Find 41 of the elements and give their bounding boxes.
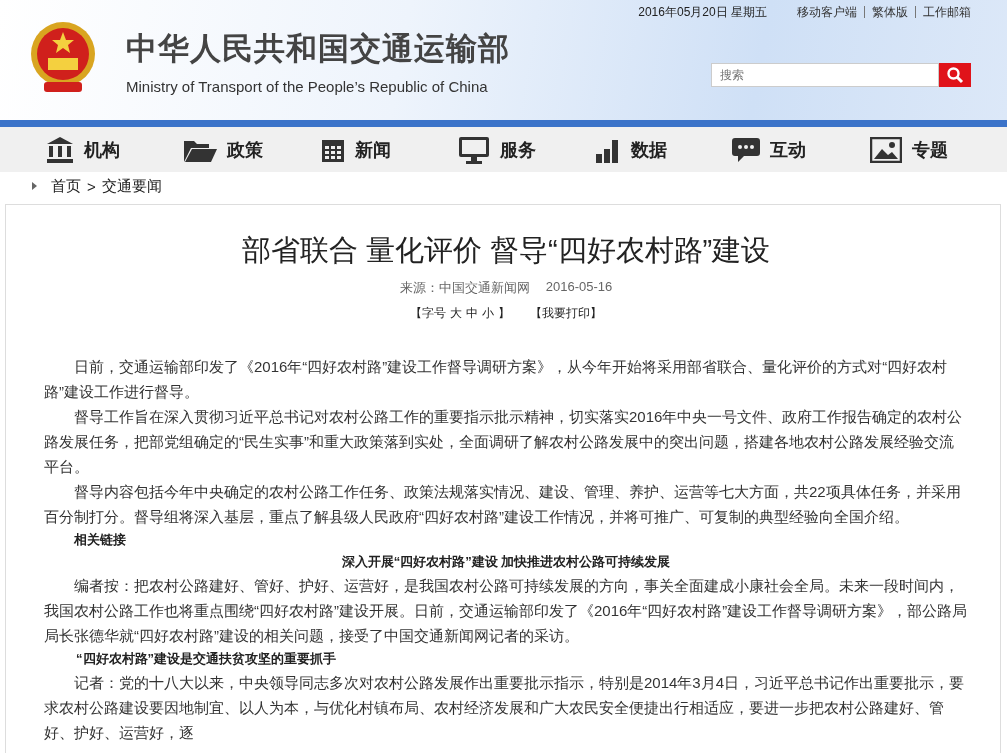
nav-item[interactable]: 新闻	[320, 136, 458, 163]
nav-item[interactable]: 服务	[457, 135, 596, 164]
nav-item[interactable]: 专题	[869, 136, 1007, 163]
site-title: 中华人民共和国交通运输部	[126, 30, 510, 68]
breadcrumb-link[interactable]: 交通要闻	[101, 176, 162, 196]
date-text: 2016-05-16	[545, 279, 613, 296]
paragraph: 编者按：把农村公路建好、管好、护好、运营好，是我国农村公路可持续发展的方向，事关全面建成小康社会全局。未来一段时间内，我国农村公路工作也将重点围绕“四好农村路”建设开展。日前，交通运输部印发了《2016年“四好农村路”建设工作督导调研方案》，部公路局局长张德华就“四好农村路”建设的相关问题，接受了中国交通新闻网记者的采访。	[44, 576, 968, 646]
date-text: 2016年05月20日 星期五	[638, 3, 767, 21]
monitor-icon	[457, 135, 490, 164]
caret-icon	[32, 182, 37, 190]
search-icon	[946, 66, 964, 84]
header-link[interactable]: 工作邮箱	[923, 3, 971, 21]
nav-item[interactable]: 机构	[46, 135, 184, 164]
font-size-link[interactable]: 中	[466, 305, 478, 322]
section-label: 相关链接	[73, 531, 127, 549]
header-link[interactable]: 移动客户端	[797, 3, 857, 21]
bracket-text: 】	[498, 305, 510, 322]
source-text: 来源：中国交通新闻网	[399, 279, 530, 297]
font-size-link[interactable]: 小	[482, 305, 494, 322]
site-subtitle: Ministry of Transport of the People’s Republic of China	[126, 78, 489, 95]
article-title: 部省联合 量化评价 督导“四好农村路”建设	[240, 233, 772, 268]
nav-item[interactable]: 互动	[732, 135, 870, 164]
building-icon	[46, 135, 74, 164]
paragraph: 记者：党的十八大以来，中央领导同志多次对农村公路发展作出重要批示指示，特别是2014年3月4日，习近平总书记作出重要批示，要求农村公路建设要因地制宜、以人为本，与优化村镇布局、农村经济发展和广大农民安全便捷出行相适应，要进一步把农村公路建好、管好、护好、运营好，逐	[44, 673, 966, 743]
picture-icon	[869, 136, 902, 163]
print-link[interactable]: 【我要打印】	[530, 305, 602, 322]
section-heading: 深入开展“四好农村路”建设 加快推进农村公路可持续发展	[340, 553, 672, 571]
nav-item[interactable]: 政策	[183, 136, 321, 163]
search-button[interactable]	[939, 63, 971, 87]
font-size-link[interactable]: 大	[450, 305, 462, 322]
subheading: “四好农村路”建设是交通扶贫攻坚的重要抓手	[75, 650, 337, 668]
paragraph: 督导工作旨在深入贯彻习近平总书记对农村公路工作的重要指示批示精神，切实落实2016年中央一号文件、政府工作报告确定的农村公路发展任务，把部党组确定的“民生实事”和重大政策落到实处，全面调研了解农村公路发展中的突出问题，搭建各地农村公路发展经验交流平台。	[44, 407, 964, 477]
paragraph: 督导内容包括今年中央确定的农村公路工作任务、政策法规落实情况、建设、管理、养护、运营等七大方面，共22项具体任务，并采用百分制打分。督导组将深入基层，重点了解县级人民政府“四好农村路”建设工作情况，并将可推广、可复制的典型经验向全国介绍。	[44, 482, 962, 527]
speech-bubble-icon	[732, 135, 761, 164]
header-link[interactable]: 繁体版	[872, 3, 908, 21]
breadcrumb-link[interactable]: 首页	[51, 176, 81, 196]
breadcrumb-separator: >	[87, 177, 96, 195]
font-size-label: 【字号	[410, 305, 446, 322]
search-field[interactable]: 搜索	[711, 63, 939, 87]
paragraph: 日前，交通运输部印发了《2016年“四好农村路”建设工作督导调研方案》，从今年开始将采用部省联合、量化评价的方式对“四好农村路”建设工作进行督导。	[44, 357, 949, 402]
nav-item[interactable]: 数据	[595, 136, 733, 163]
